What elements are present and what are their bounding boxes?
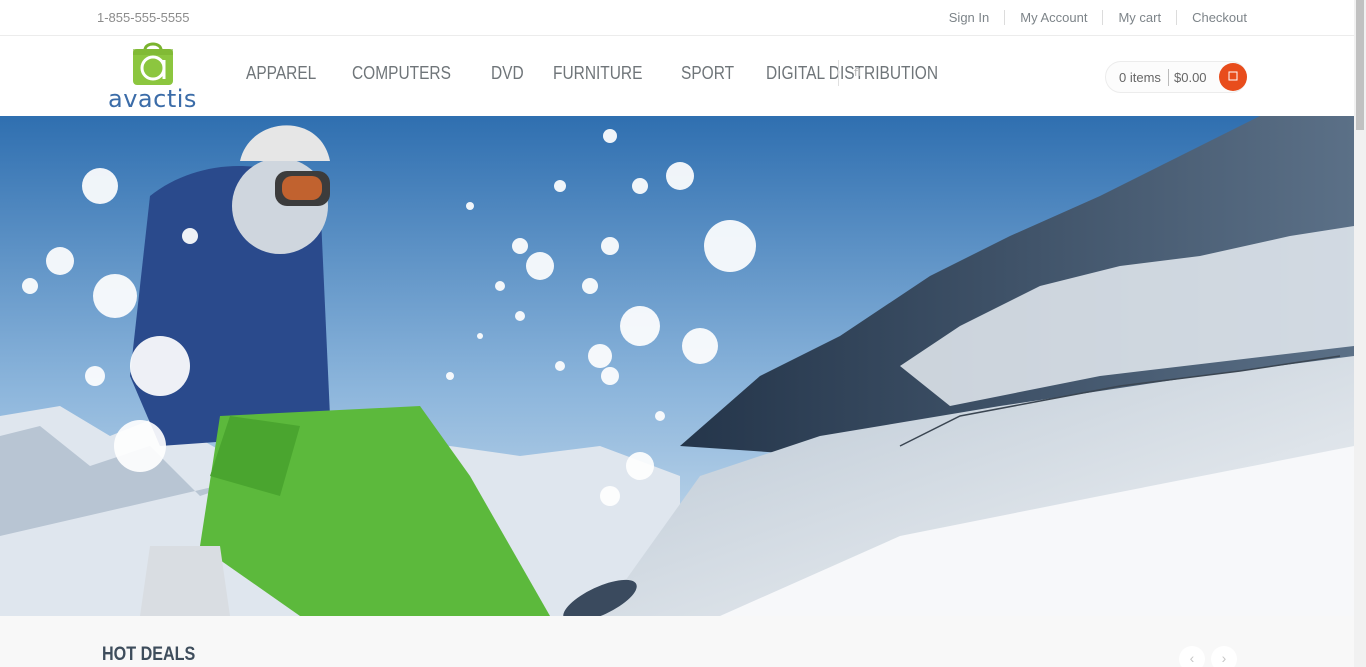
chevron-right-icon[interactable]: › <box>1211 646 1237 667</box>
account-links: Sign In My Account My cart Checkout <box>934 10 1247 25</box>
main-nav: APPAREL COMPUTERS DVD FURNITURE SPORT DI… <box>246 63 990 84</box>
logo[interactable]: avactis <box>106 38 198 113</box>
shopping-bag-logo-icon <box>133 42 173 85</box>
hero-banner[interactable] <box>0 116 1354 616</box>
chevron-left-icon[interactable]: ‹ <box>1179 646 1205 667</box>
nav-furniture[interactable]: FURNITURE <box>553 63 642 84</box>
hot-deals-section: HOT DEALS ‹ › <box>0 616 1354 667</box>
logo-text: avactis <box>108 85 197 113</box>
nav-apparel[interactable]: APPAREL <box>246 63 316 84</box>
search-icon[interactable]: fl <box>854 66 863 81</box>
nav-divider <box>838 60 839 86</box>
svg-text:fl: fl <box>854 66 861 78</box>
main-header: avactis APPAREL COMPUTERS DVD FURNITURE … <box>0 36 1354 116</box>
my-cart-link[interactable]: My cart <box>1102 10 1176 25</box>
nav-sport[interactable]: SPORT <box>681 63 734 84</box>
page-scrollbar[interactable] <box>1354 0 1366 667</box>
cart-total: $0.00 <box>1174 70 1207 85</box>
cart-icon[interactable] <box>1219 63 1247 91</box>
nav-digital-distribution[interactable]: DIGITAL DISTRIBUTION <box>766 63 938 84</box>
cart-items-count: 0 items <box>1119 70 1161 85</box>
nav-dvd[interactable]: DVD <box>491 63 524 84</box>
nav-computers[interactable]: COMPUTERS <box>352 63 451 84</box>
top-bar: 1-855-555-5555 Sign In My Account My car… <box>0 0 1354 36</box>
my-account-link[interactable]: My Account <box>1004 10 1102 25</box>
cart-widget[interactable]: 0 items $0.00 <box>1105 61 1247 93</box>
hot-deals-title: HOT DEALS <box>102 644 196 665</box>
snowboarder-mountain-image <box>0 116 1354 616</box>
sign-in-link[interactable]: Sign In <box>934 10 1004 25</box>
cart-separator <box>1168 69 1169 86</box>
checkout-link[interactable]: Checkout <box>1176 10 1247 25</box>
scrollbar-thumb[interactable] <box>1356 0 1364 130</box>
phone-number: 1-855-555-5555 <box>97 10 190 25</box>
